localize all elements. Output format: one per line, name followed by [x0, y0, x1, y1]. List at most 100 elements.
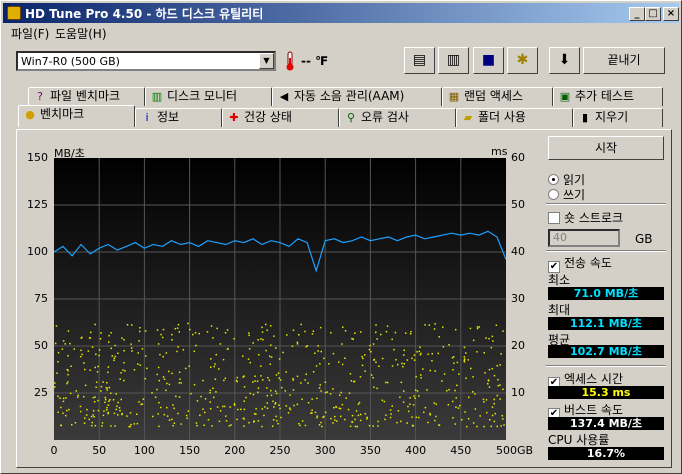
access-time-point: [291, 345, 294, 347]
menu-help[interactable]: 도움말(H): [55, 25, 107, 42]
x-tick-label: 50: [92, 444, 107, 457]
tab-aam[interactable]: ◀ 자동 소음 관리(AAM): [272, 87, 442, 106]
drive-select[interactable]: Win7-R0 (500 GB) ▼: [16, 51, 276, 71]
y-right-tick-label: 10: [511, 386, 525, 399]
access-time-point: [351, 337, 353, 340]
benchmark-chart: [54, 158, 506, 440]
access-time-point: [344, 330, 347, 332]
access-time-point: [243, 386, 246, 388]
access-time-point: [285, 371, 287, 373]
access-time-point: [171, 418, 173, 421]
extra-tests-icon: ▣: [559, 90, 571, 103]
tab-benchmark[interactable]: ● 벤치마크: [18, 105, 135, 127]
access-time-point: [274, 390, 277, 392]
tab-erase[interactable]: ▮ 지우기: [573, 108, 663, 127]
access-time-point: [265, 323, 267, 326]
access-time-point: [106, 406, 108, 409]
access-time-point: [115, 408, 117, 411]
access-time-point: [99, 338, 102, 340]
copy-info-button[interactable]: ▤: [404, 47, 435, 74]
access-time-point: [490, 425, 492, 428]
access-time-point: [288, 407, 291, 409]
access-time-point: [361, 355, 363, 358]
access-time-point: [483, 352, 485, 354]
access-time-point: [420, 374, 422, 376]
access-time-point: [165, 352, 168, 354]
access-time-point: [252, 342, 254, 344]
title-bar[interactable]: HD Tune Pro 4.50 - 하드 디스크 유틸리티 _ □ ×: [3, 3, 679, 23]
access-time-point: [106, 382, 108, 384]
access-time-point: [80, 337, 82, 339]
access-time-point: [370, 351, 372, 353]
access-time-point: [319, 363, 321, 365]
access-time-point: [249, 392, 251, 395]
tab-info[interactable]: i 정보: [135, 108, 222, 127]
access-time-point: [399, 396, 401, 398]
short-stroke-checkbox[interactable]: 숏 스트로크: [548, 209, 623, 226]
access-time-point: [85, 414, 88, 416]
access-time-point: [100, 332, 102, 334]
access-time-point: [210, 325, 213, 327]
start-button[interactable]: 시작: [548, 136, 664, 160]
access-time-point: [91, 421, 93, 424]
access-time-point: [274, 403, 276, 405]
health-cross-icon: ✚: [229, 111, 239, 124]
menu-file[interactable]: 파일(F): [11, 25, 49, 42]
save-button[interactable]: ■: [473, 47, 504, 74]
access-time-point: [496, 365, 498, 367]
access-time-point: [292, 377, 294, 380]
access-time-point: [491, 406, 494, 408]
access-time-point: [397, 410, 400, 412]
y-left-tick-label: 100: [27, 245, 48, 258]
access-time-point: [110, 425, 112, 427]
exit-button[interactable]: 끝내기: [583, 47, 665, 74]
access-time-point: [351, 421, 354, 423]
access-time-point: [83, 422, 86, 424]
access-time-point: [136, 422, 139, 425]
tab-health[interactable]: ✚ 건강 상태: [222, 108, 339, 127]
access-time-point: [424, 324, 426, 326]
tab-random-access[interactable]: ▦ 랜덤 액세스: [442, 87, 553, 106]
minimize-button[interactable]: _: [629, 7, 645, 21]
access-time-point: [463, 356, 466, 358]
access-time-point: [106, 409, 108, 411]
access-time-point: [257, 387, 260, 389]
access-time-point: [443, 373, 446, 375]
copy-all-button[interactable]: ▥: [438, 47, 469, 74]
access-time-point: [86, 408, 88, 411]
access-time-point: [267, 377, 269, 379]
short-stroke-input[interactable]: 40: [548, 229, 620, 247]
access-time-point: [202, 408, 204, 410]
access-time-point: [372, 343, 375, 345]
maximize-button[interactable]: □: [645, 7, 661, 21]
access-time-point: [107, 366, 110, 368]
options-button[interactable]: ✱: [507, 47, 538, 74]
tab-extra-tests[interactable]: ▣ 추가 테스트: [553, 87, 663, 106]
access-time-point: [176, 327, 179, 329]
magnifier-icon: ⚲: [346, 111, 356, 124]
access-time-point: [304, 330, 306, 333]
access-time-point: [203, 424, 205, 426]
access-time-point: [186, 417, 188, 419]
chevron-down-icon[interactable]: ▼: [259, 53, 274, 69]
tab-error-scan[interactable]: ⚲ 오류 검사: [339, 108, 456, 127]
write-radio[interactable]: 쓰기: [548, 186, 585, 203]
access-time-point: [304, 379, 306, 381]
access-time-point: [146, 367, 148, 370]
access-time-point: [322, 416, 324, 419]
access-time-point: [299, 424, 301, 427]
access-time-point: [131, 324, 133, 326]
tab-file-benchmark[interactable]: ? 파일 벤치마크: [28, 87, 145, 106]
access-time-point: [256, 380, 259, 382]
close-button[interactable]: ×: [663, 7, 679, 21]
access-time-point: [214, 378, 217, 380]
access-time-point: [305, 373, 307, 375]
access-time-point: [456, 384, 458, 387]
download-button[interactable]: ⬇: [549, 47, 580, 74]
access-time-point: [102, 414, 105, 417]
tab-folder-usage[interactable]: ▰ 폴더 사용: [456, 108, 573, 127]
access-time-point: [501, 415, 503, 417]
tab-disk-monitor[interactable]: ▥ 디스크 모니터: [145, 87, 272, 106]
access-time-point: [376, 387, 378, 390]
access-time-point: [254, 375, 256, 377]
